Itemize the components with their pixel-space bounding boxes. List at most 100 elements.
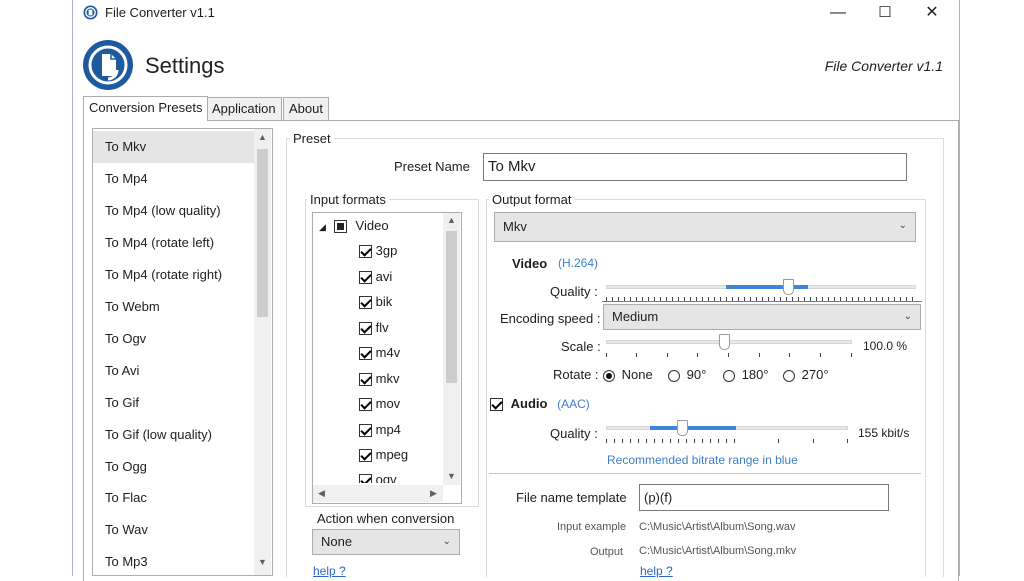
action-select[interactable]: None ⌄ <box>312 529 460 555</box>
list-item[interactable]: To Mp4 <box>93 163 263 195</box>
radio[interactable] <box>668 369 680 382</box>
tick <box>847 439 848 443</box>
input-formats-label: Input formats <box>307 192 389 207</box>
input-example-label: Input example <box>557 521 627 533</box>
format-checkbox[interactable] <box>359 398 372 412</box>
tree-hscrollbar[interactable]: ◀ ▶ <box>313 485 443 502</box>
format-item[interactable]: ogv <box>359 471 397 483</box>
recommended-range <box>650 426 736 430</box>
list-item[interactable]: To Mkv <box>93 131 263 163</box>
recommended-note: Recommended bitrate range in blue <box>607 453 798 467</box>
audio-quality-slider[interactable] <box>606 420 848 444</box>
template-label: File name template <box>516 490 627 505</box>
list-item[interactable]: To Webm <box>93 291 263 323</box>
format-item[interactable]: m4v <box>359 344 400 362</box>
format-item[interactable]: avi <box>359 268 392 286</box>
rotate-option-270[interactable]: 270° <box>783 366 829 384</box>
format-checkbox[interactable] <box>359 271 372 285</box>
template-input[interactable]: (p)(f) <box>639 484 889 511</box>
format-item[interactable]: 3gp <box>359 242 397 260</box>
tree-vscrollbar[interactable]: ▲ ▼ <box>443 213 460 485</box>
slider-thumb[interactable] <box>783 279 794 295</box>
scale-slider[interactable] <box>606 334 852 358</box>
maximize-button[interactable]: ☐ <box>862 0 908 26</box>
chevron-down-icon[interactable]: ▼ <box>254 557 271 567</box>
tick <box>667 353 668 357</box>
tree-root-video[interactable]: ◢ Video <box>319 217 389 235</box>
close-button[interactable]: ✕ <box>909 0 955 26</box>
list-item[interactable]: To Wav <box>93 514 263 546</box>
format-item[interactable]: bik <box>359 293 392 311</box>
input-formats-tree[interactable]: ◢ Video 3gp avi bik flv m4v mkv mov mp4 … <box>312 212 462 504</box>
minimize-button[interactable]: — <box>815 0 861 26</box>
rotate-option-90[interactable]: 90° <box>668 366 706 384</box>
format-item[interactable]: mkv <box>359 370 399 388</box>
chevron-down-icon[interactable]: ▼ <box>443 471 460 481</box>
output-format-select[interactable]: Mkv ⌄ <box>494 212 916 242</box>
tab-conversion-presets[interactable]: Conversion Presets <box>83 96 209 121</box>
list-item[interactable]: To Mp4 (rotate left) <box>93 227 263 259</box>
format-item[interactable]: mp4 <box>359 421 401 439</box>
scroll-thumb[interactable] <box>257 149 268 317</box>
preset-name-input[interactable]: To Mkv <box>483 153 907 181</box>
encoding-speed-select[interactable]: Medium ⌄ <box>603 304 921 330</box>
format-item[interactable]: mpeg <box>359 446 408 464</box>
chevron-left-icon[interactable]: ◀ <box>313 488 330 499</box>
video-quality-slider[interactable] <box>606 279 916 301</box>
chevron-down-icon: ⌄ <box>442 536 451 547</box>
recommended-range <box>726 285 808 289</box>
format-checkbox[interactable] <box>359 322 372 336</box>
list-item[interactable]: To Avi <box>93 355 263 387</box>
audio-checkbox[interactable] <box>490 398 503 412</box>
audio-toggle[interactable]: Audio (AAC) <box>490 395 590 413</box>
tab-application[interactable]: Application <box>206 97 282 120</box>
radio[interactable] <box>783 369 795 382</box>
format-checkbox[interactable] <box>359 449 372 463</box>
focus-underline <box>602 301 922 302</box>
format-checkbox[interactable] <box>359 245 372 259</box>
list-item[interactable]: To Mp4 (low quality) <box>93 195 263 227</box>
radio[interactable] <box>723 369 735 382</box>
video-checkbox[interactable] <box>333 220 347 234</box>
tick <box>759 353 760 357</box>
chevron-up-icon[interactable]: ▲ <box>254 132 271 142</box>
format-checkbox[interactable] <box>359 347 372 361</box>
scale-label: Scale : <box>561 339 601 354</box>
list-item[interactable]: To Gif <box>93 387 263 419</box>
format-checkbox[interactable] <box>359 373 372 387</box>
format-label: mkv <box>375 371 400 386</box>
list-item[interactable]: To Ogg <box>93 451 263 483</box>
divider <box>489 473 921 474</box>
tab-about[interactable]: About <box>283 97 329 120</box>
list-item[interactable]: To Gif (low quality) <box>93 419 263 451</box>
format-item[interactable]: flv <box>359 319 389 337</box>
preset-list-scrollbar[interactable]: ▲ ▼ <box>254 129 271 575</box>
list-item[interactable]: To Mp4 (rotate right) <box>93 259 263 291</box>
tick <box>728 353 729 357</box>
slider-thumb[interactable] <box>677 420 688 436</box>
format-item[interactable]: mov <box>359 395 400 413</box>
tick <box>820 353 821 357</box>
preset-name-label: Preset Name <box>394 159 470 174</box>
radio[interactable] <box>603 369 615 382</box>
rotate-option-label: 90° <box>686 367 707 382</box>
rotate-option-label: 270° <box>801 367 829 382</box>
preset-list[interactable]: To Mkv To Mp4 To Mp4 (low quality) To Mp… <box>92 128 273 576</box>
chevron-up-icon[interactable]: ▲ <box>443 215 460 225</box>
format-label: ogv <box>375 472 397 483</box>
slider-thumb[interactable] <box>719 334 730 350</box>
list-item[interactable]: To Flac <box>93 482 263 514</box>
list-item[interactable]: To Ogv <box>93 323 263 355</box>
tick <box>789 353 790 357</box>
chevron-right-icon[interactable]: ▶ <box>425 488 442 499</box>
scroll-thumb[interactable] <box>446 231 457 383</box>
window-title: File Converter v1.1 <box>105 5 215 20</box>
format-checkbox[interactable] <box>359 296 372 310</box>
format-checkbox[interactable] <box>359 424 372 438</box>
rotate-option-none[interactable]: None <box>603 366 653 384</box>
rotate-option-180[interactable]: 180° <box>723 366 769 384</box>
format-checkbox[interactable] <box>359 474 372 483</box>
list-item[interactable]: To Mp3 <box>93 546 263 575</box>
chevron-down-icon: ⌄ <box>903 311 912 322</box>
expand-arrow-icon[interactable]: ◢ <box>319 222 326 232</box>
